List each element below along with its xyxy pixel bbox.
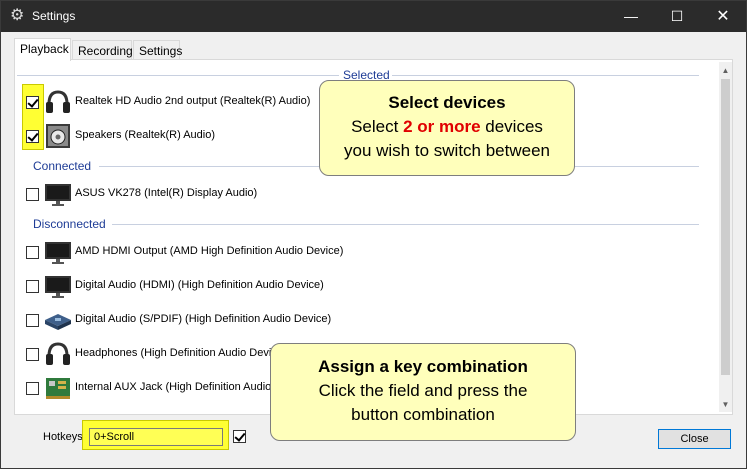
device-checkbox[interactable] <box>26 96 39 109</box>
device-checkbox[interactable] <box>26 348 39 361</box>
scroll-up-arrow-icon[interactable]: ▲ <box>719 64 732 77</box>
device-name: AMD HDMI Output (AMD High Definition Aud… <box>75 245 344 257</box>
vertical-scrollbar[interactable]: ▲ ▼ <box>719 62 732 412</box>
headphones-icon <box>46 342 70 365</box>
callout-line: button combination <box>351 405 495 424</box>
scroll-thumb[interactable] <box>721 79 730 375</box>
device-checkbox[interactable] <box>26 382 39 395</box>
callout-line: you wish to switch between <box>344 141 550 160</box>
tab-playback[interactable]: Playback <box>14 38 71 61</box>
circuit-board-icon <box>46 378 70 399</box>
divider <box>17 75 342 76</box>
monitor-icon <box>45 184 71 206</box>
title-bar[interactable]: ⚙ Settings — ☐ ✕ <box>1 1 746 32</box>
assign-key-callout: Assign a key combination Click the field… <box>270 343 576 441</box>
group-label-disconnected: Disconnected <box>33 217 110 231</box>
group-header-disconnected: Disconnected <box>17 217 707 231</box>
device-name: Headphones (High Definition Audio Device… <box>75 347 287 359</box>
maximize-button[interactable]: ☐ <box>654 1 700 32</box>
hotkeys-label: Hotkeys <box>43 431 83 443</box>
device-name: Digital Audio (S/PDIF) (High Definition … <box>75 313 332 325</box>
divider <box>112 224 699 225</box>
list-item[interactable]: Digital Audio (S/PDIF) (High Definition … <box>17 304 707 336</box>
select-devices-callout: Select devices Select 2 or more devices … <box>319 80 575 176</box>
monitor-icon <box>45 276 71 298</box>
callout-title: Assign a key combination <box>318 357 528 376</box>
close-window-button[interactable]: ✕ <box>700 1 746 32</box>
settings-window: ⚙ Settings — ☐ ✕ Playback Recording Sett… <box>0 0 747 469</box>
device-checkbox[interactable] <box>26 280 39 293</box>
list-item[interactable]: Digital Audio (HDMI) (High Definition Au… <box>17 270 707 302</box>
scroll-down-arrow-icon[interactable]: ▼ <box>719 398 732 411</box>
tab-settings[interactable]: Settings <box>133 40 182 60</box>
tab-recording[interactable]: Recording <box>72 40 133 60</box>
hotkey-enable-checkbox[interactable] <box>233 430 246 443</box>
close-button[interactable]: Close <box>658 429 731 449</box>
monitor-icon <box>45 242 71 264</box>
device-name: Realtek HD Audio 2nd output (Realtek(R) … <box>75 95 311 107</box>
device-checkbox[interactable] <box>26 314 39 327</box>
callout-line: Click the field and press the <box>318 381 528 400</box>
device-checkbox[interactable] <box>26 188 39 201</box>
group-label-connected: Connected <box>33 159 96 173</box>
divider <box>392 75 699 76</box>
device-name: ASUS VK278 (Intel(R) Display Audio) <box>75 187 258 199</box>
device-checkbox[interactable] <box>26 130 39 143</box>
callout-title: Select devices <box>388 93 506 112</box>
minimize-button[interactable]: — <box>608 1 654 32</box>
hotkey-field[interactable]: 0+Scroll <box>89 428 223 446</box>
speaker-icon <box>46 124 70 148</box>
device-name: Digital Audio (HDMI) (High Definition Au… <box>75 279 324 291</box>
device-checkbox[interactable] <box>26 246 39 259</box>
list-item[interactable]: AMD HDMI Output (AMD High Definition Aud… <box>17 236 707 268</box>
list-item[interactable]: ASUS VK278 (Intel(R) Display Audio) <box>17 178 707 210</box>
headphones-icon <box>46 90 70 113</box>
device-name: Speakers (Realtek(R) Audio) <box>75 129 216 141</box>
callout-line: Select 2 or more devices <box>351 117 543 136</box>
callout-emphasis: 2 or more <box>403 117 481 136</box>
spdif-icon <box>45 314 71 330</box>
gear-icon: ⚙ <box>10 7 25 24</box>
window-title: Settings <box>32 9 76 23</box>
